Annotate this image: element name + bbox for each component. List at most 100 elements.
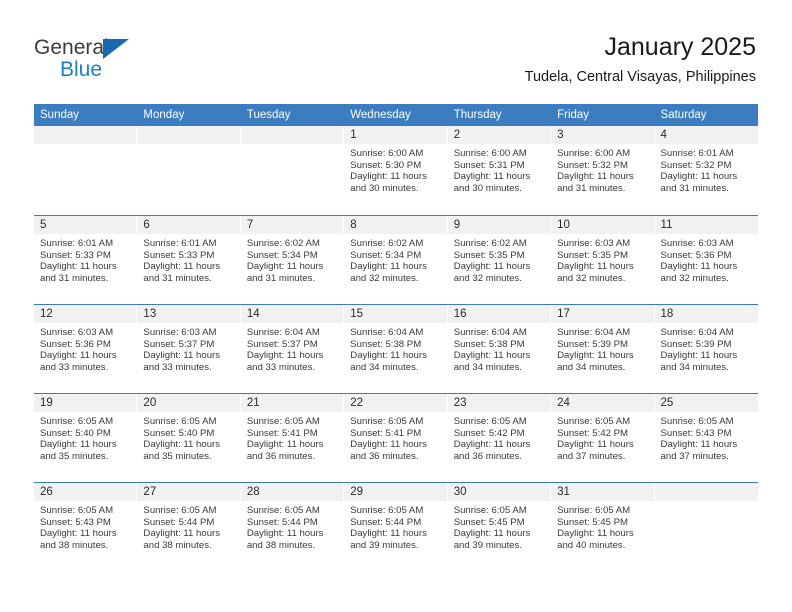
sunset-text: Sunset: 5:42 PM — [557, 427, 629, 439]
calendar-day-cell[interactable]: 1 Sunrise: 6:00 AM Sunset: 5:30 PM Daylight… — [344, 126, 448, 215]
calendar-day-cell[interactable]: 19 Sunrise: 6:05 AM Sunset: 5:40 PM Dayligh… — [34, 394, 138, 482]
calendar-day-cell[interactable]: 18 Sunrise: 6:04 AM Sunset: 5:39 PM Dayligh… — [654, 305, 758, 393]
daylight-text-line1: Daylight: 11 hours — [246, 528, 324, 540]
day-number-band — [654, 483, 758, 501]
calendar-day-cell[interactable]: 25 Sunrise: 6:05 AM Sunset: 5:43 PM Dayligh… — [654, 394, 758, 482]
calendar-day-cell[interactable]: 26 Sunrise: 6:05 AM Sunset: 5:43 PM Dayligh… — [34, 483, 138, 571]
day-number: 11 — [660, 219, 673, 231]
day-details: Sunrise: 6:05 AM Sunset: 5:45 PM Daylight:… — [448, 501, 551, 551]
sunset-text: Sunset: 5:41 PM — [350, 427, 422, 439]
daylight-text-line2: and 32 minutes. — [557, 272, 626, 284]
sunrise-text: Sunrise: 6:03 AM — [40, 327, 114, 338]
daylight-text-line1: Daylight: 11 hours — [557, 439, 634, 451]
day-number: 7 — [246, 219, 254, 231]
calendar-day-cell[interactable]: 28 Sunrise: 6:05 AM Sunset: 5:44 PM Dayligh… — [240, 483, 345, 571]
sunrise-text: Sunrise: 6:04 AM — [453, 327, 527, 338]
sunrise-text: Sunrise: 6:05 AM — [453, 416, 527, 427]
day-number: 6 — [143, 219, 150, 231]
daylight-text-line2: and 30 minutes. — [453, 182, 522, 194]
day-number-band: 16 — [447, 305, 552, 323]
sunset-text: Sunset: 5:32 PM — [660, 159, 732, 171]
calendar-day-cell[interactable]: 24 Sunrise: 6:05 AM Sunset: 5:42 PM Dayligh… — [551, 394, 655, 482]
sunset-text: Sunset: 5:32 PM — [557, 159, 629, 171]
sunrise-text: Sunrise: 6:00 AM — [350, 148, 424, 159]
brand-triangle-icon — [103, 39, 129, 59]
calendar-day-cell[interactable]: 17 Sunrise: 6:04 AM Sunset: 5:39 PM Dayligh… — [551, 305, 655, 393]
day-number: 14 — [246, 308, 260, 320]
calendar-day-cell[interactable]: 3 Sunrise: 6:00 AM Sunset: 5:32 PM Daylight… — [551, 126, 655, 215]
day-number: 10 — [557, 219, 570, 231]
day-number-band: 6 — [137, 216, 241, 234]
daylight-text-line2: and 34 minutes. — [660, 361, 729, 373]
daylight-text-line2: and 36 minutes. — [350, 450, 419, 462]
sunset-text: Sunset: 5:43 PM — [40, 516, 111, 528]
weekday-header-tuesday: Tuesday — [246, 109, 291, 121]
calendar-day-cell[interactable]: 9 Sunrise: 6:02 AM Sunset: 5:35 PM Daylight… — [447, 216, 552, 304]
sunset-text: Sunset: 5:34 PM — [350, 249, 422, 261]
calendar-day-cell[interactable]: 2 Sunrise: 6:00 AM Sunset: 5:31 PM Daylight… — [447, 126, 552, 215]
calendar-day-cell[interactable]: 14 Sunrise: 6:04 AM Sunset: 5:37 PM Dayligh… — [240, 305, 345, 393]
sunrise-text: Sunrise: 6:05 AM — [143, 505, 217, 516]
calendar-day-cell[interactable]: 16 Sunrise: 6:04 AM Sunset: 5:38 PM Dayligh… — [447, 305, 552, 393]
daylight-text-line2: and 36 minutes. — [246, 450, 316, 462]
daylight-text-line1: Daylight: 11 hours — [40, 350, 117, 362]
sunset-text: Sunset: 5:44 PM — [246, 516, 318, 528]
day-details: Sunrise: 6:03 AM Sunset: 5:35 PM Daylight:… — [551, 234, 654, 284]
day-number: 2 — [453, 129, 461, 141]
calendar-week-row: 26 Sunrise: 6:05 AM Sunset: 5:43 PM Dayligh… — [34, 482, 758, 571]
day-number: 19 — [40, 397, 53, 409]
calendar-day-cell[interactable]: 12 Sunrise: 6:03 AM Sunset: 5:36 PM Dayligh… — [34, 305, 138, 393]
calendar-day-cell[interactable]: 10 Sunrise: 6:03 AM Sunset: 5:35 PM Dayligh… — [551, 216, 655, 304]
daylight-text-line1: Daylight: 11 hours — [246, 439, 324, 451]
day-number-band: 10 — [551, 216, 655, 234]
daylight-text-line2: and 33 minutes. — [246, 361, 316, 373]
daylight-text-line1: Daylight: 11 hours — [350, 261, 427, 273]
calendar-day-cell[interactable]: 29 Sunrise: 6:05 AM Sunset: 5:44 PM Dayligh… — [344, 483, 448, 571]
day-number-band: 19 — [34, 394, 138, 412]
calendar-day-cell[interactable]: 20 Sunrise: 6:05 AM Sunset: 5:40 PM Dayligh… — [137, 394, 241, 482]
day-number: 23 — [453, 397, 467, 409]
day-details: Sunrise: 6:04 AM Sunset: 5:39 PM Daylight:… — [655, 323, 758, 373]
calendar-day-cell[interactable]: 4 Sunrise: 6:01 AM Sunset: 5:32 PM Daylight… — [654, 126, 758, 215]
day-number-band: 22 — [344, 394, 448, 412]
calendar-day-cell[interactable]: 13 Sunrise: 6:03 AM Sunset: 5:37 PM Dayligh… — [137, 305, 241, 393]
calendar-day-cell[interactable]: 5 Sunrise: 6:01 AM Sunset: 5:33 PM Daylight… — [34, 216, 138, 304]
day-number: 4 — [660, 129, 667, 141]
day-number: 22 — [350, 397, 364, 409]
day-number-band: 1 — [344, 126, 448, 144]
brand-logo[interactable]: General Blue — [34, 36, 244, 88]
day-details: Sunrise: 6:05 AM Sunset: 5:43 PM Daylight:… — [34, 501, 137, 551]
weekday-header-friday: Friday — [557, 109, 590, 121]
daylight-text-line2: and 39 minutes. — [350, 539, 419, 551]
sunrise-text: Sunrise: 6:01 AM — [40, 238, 114, 249]
day-number-band: 23 — [447, 394, 552, 412]
sunrise-text: Sunrise: 6:03 AM — [660, 238, 734, 249]
sunrise-text: Sunrise: 6:05 AM — [246, 505, 320, 516]
calendar-day-cell[interactable]: 21 Sunrise: 6:05 AM Sunset: 5:41 PM Dayligh… — [240, 394, 345, 482]
calendar-day-cell[interactable]: 27 Sunrise: 6:05 AM Sunset: 5:44 PM Dayligh… — [137, 483, 241, 571]
daylight-text-line2: and 30 minutes. — [350, 182, 419, 194]
calendar-day-cell[interactable]: 22 Sunrise: 6:05 AM Sunset: 5:41 PM Dayligh… — [344, 394, 448, 482]
calendar-day-cell[interactable]: 23 Sunrise: 6:05 AM Sunset: 5:42 PM Dayligh… — [447, 394, 552, 482]
day-details: Sunrise: 6:05 AM Sunset: 5:43 PM Daylight:… — [655, 412, 758, 462]
day-details: Sunrise: 6:01 AM Sunset: 5:32 PM Daylight:… — [655, 144, 758, 194]
daylight-text-line1: Daylight: 11 hours — [453, 528, 531, 540]
day-details: Sunrise: 6:03 AM Sunset: 5:36 PM Daylight:… — [34, 323, 137, 373]
calendar-day-cell[interactable]: 30 Sunrise: 6:05 AM Sunset: 5:45 PM Dayligh… — [447, 483, 552, 571]
day-details: Sunrise: 6:04 AM Sunset: 5:38 PM Daylight:… — [448, 323, 551, 373]
calendar-day-cell[interactable]: 11 Sunrise: 6:03 AM Sunset: 5:36 PM Dayligh… — [654, 216, 758, 304]
calendar-day-cell[interactable]: 7 Sunrise: 6:02 AM Sunset: 5:34 PM Daylight… — [240, 216, 345, 304]
calendar-day-cell[interactable]: 6 Sunrise: 6:01 AM Sunset: 5:33 PM Daylight… — [137, 216, 241, 304]
day-number-band — [34, 126, 138, 144]
calendar-day-cell[interactable]: 8 Sunrise: 6:02 AM Sunset: 5:34 PM Daylight… — [344, 216, 448, 304]
day-number: 26 — [40, 486, 53, 498]
day-number: 8 — [350, 219, 357, 231]
daylight-text-line2: and 33 minutes. — [40, 361, 109, 373]
daylight-text-line2: and 31 minutes. — [557, 182, 626, 194]
sunrise-text: Sunrise: 6:00 AM — [557, 148, 631, 159]
sunset-text: Sunset: 5:33 PM — [40, 249, 111, 261]
day-number: 9 — [453, 219, 461, 231]
calendar-day-cell[interactable]: 15 Sunrise: 6:04 AM Sunset: 5:38 PM Dayligh… — [344, 305, 448, 393]
calendar-day-cell[interactable]: 31 Sunrise: 6:05 AM Sunset: 5:45 PM Dayligh… — [551, 483, 655, 571]
daylight-text-line1: Daylight: 11 hours — [660, 261, 738, 273]
